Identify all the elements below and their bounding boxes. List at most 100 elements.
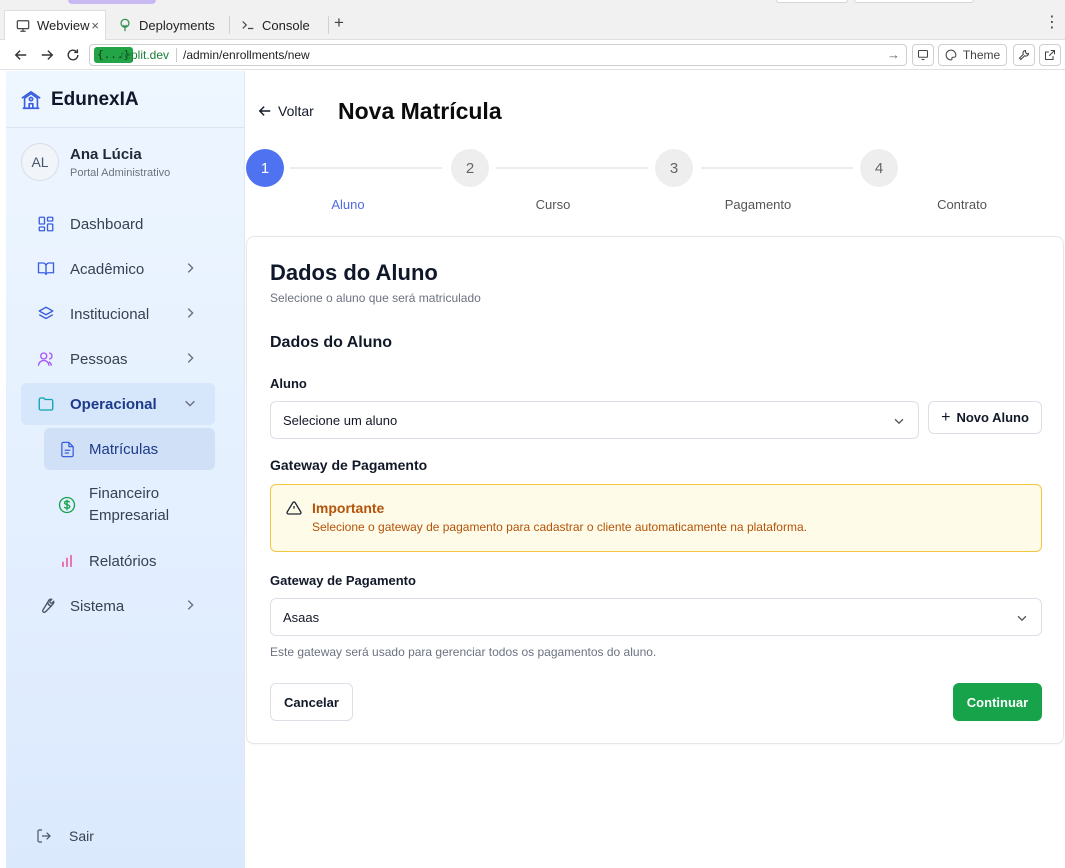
- new-student-label: Novo Aluno: [956, 410, 1029, 425]
- window-strip-control: [854, 0, 974, 3]
- user-profile[interactable]: AL Ana Lúcia Portal Administrativo: [21, 143, 170, 181]
- url-field[interactable]: {...} .replit.dev /admin/enrollments/new…: [89, 44, 907, 66]
- gateway-select[interactable]: Asaas: [270, 598, 1042, 636]
- gateway-section-title: Gateway de Pagamento: [270, 457, 428, 473]
- step-2-label: Curso: [535, 197, 571, 212]
- sidebar-item-label: Pessoas: [70, 350, 128, 368]
- back-label: Voltar: [278, 103, 314, 119]
- logout-icon: [36, 828, 52, 844]
- plus-icon: +: [941, 408, 951, 426]
- section-title: Dados do Aluno: [270, 334, 393, 351]
- user-info: Ana Lúcia Portal Administrativo: [70, 146, 170, 179]
- important-alert: Importante Selecione o gateway de pagame…: [270, 484, 1042, 552]
- gateway-label: Gateway de Pagamento: [270, 573, 416, 588]
- sidebar-item-dashboard[interactable]: Dashboard: [21, 203, 215, 245]
- step-connector: [496, 167, 648, 169]
- folder-icon: [36, 394, 56, 414]
- sidebar-item-academico[interactable]: Acadêmico: [21, 248, 215, 290]
- tab-deployments[interactable]: Deployments: [107, 10, 227, 40]
- chevron-right-icon: [183, 598, 197, 612]
- devtools-icon[interactable]: [1013, 44, 1035, 66]
- school-building-icon: [20, 89, 42, 111]
- chevron-right-icon: [183, 306, 197, 320]
- sidebar-subitem-financeiro[interactable]: Financeiro Empresarial: [44, 477, 215, 533]
- student-select-value: Selecione um aluno: [283, 412, 398, 428]
- theme-label: Theme: [962, 48, 1001, 62]
- sidebar-subitem-matriculas[interactable]: Matrículas: [44, 428, 215, 470]
- url-domain: .replit.dev: [117, 48, 170, 62]
- new-student-button[interactable]: + Novo Aluno: [928, 401, 1042, 434]
- new-tab-button[interactable]: +: [334, 14, 344, 32]
- more-menu-icon[interactable]: ⋮: [1044, 15, 1060, 31]
- palette-icon: [945, 49, 957, 61]
- alert-text: Selecione o gateway de pagamento para ca…: [312, 520, 807, 534]
- step-connector: [701, 167, 853, 169]
- sidebar-item-pessoas[interactable]: Pessoas: [21, 338, 215, 380]
- continue-button[interactable]: Continuar: [953, 683, 1042, 721]
- brand-name: EdunexIA: [51, 89, 139, 110]
- card-title: Dados do Aluno: [270, 260, 438, 285]
- sidebar-item-label: Dashboard: [70, 215, 144, 233]
- avatar: AL: [21, 143, 59, 181]
- logout-label: Sair: [69, 828, 94, 844]
- terminal-icon: [240, 17, 256, 33]
- cancel-button[interactable]: Cancelar: [270, 683, 353, 721]
- warning-triangle-icon: [286, 500, 302, 516]
- open-external-icon[interactable]: [1039, 44, 1061, 66]
- sidebar-subitem-relatorios[interactable]: Relatórios: [44, 540, 215, 582]
- back-arrow-icon[interactable]: [12, 46, 30, 64]
- address-bar: {...} .replit.dev /admin/enrollments/new…: [0, 40, 1065, 70]
- tab-label: Console: [262, 17, 310, 33]
- main-content: Voltar Nova Matrícula 1 2 3 4 Aluno Curs…: [246, 71, 1065, 868]
- book-open-icon: [36, 259, 56, 279]
- sidebar-subitem-label: Financeiro Empresarial: [89, 485, 170, 524]
- file-text-icon: [57, 439, 77, 459]
- user-role: Portal Administrativo: [70, 166, 171, 179]
- gateway-help-text: Este gateway será usado para gerenciar t…: [270, 645, 657, 659]
- tab-separator: [328, 16, 329, 34]
- go-arrow-icon[interactable]: →: [887, 47, 900, 62]
- continue-label: Continuar: [966, 694, 1029, 710]
- url-divider: [176, 48, 177, 62]
- back-button[interactable]: Voltar: [258, 103, 314, 119]
- theme-button[interactable]: Theme: [938, 44, 1007, 66]
- wrench-icon: [36, 596, 56, 616]
- tab-webview[interactable]: Webview ×: [4, 10, 106, 40]
- chevron-right-icon: [183, 261, 197, 275]
- sidebar-item-label: Acadêmico: [70, 260, 145, 278]
- step-connector: [290, 167, 442, 169]
- logout-button[interactable]: Sair: [36, 828, 94, 844]
- chevron-down-icon: [183, 396, 197, 410]
- arrow-left-icon: [258, 104, 272, 118]
- device-preview-icon[interactable]: [912, 44, 934, 66]
- student-card: Dados do Aluno Selecione o aluno que ser…: [246, 236, 1064, 744]
- sidebar-item-sistema[interactable]: Sistema: [21, 585, 215, 627]
- sidebar-divider: [6, 127, 245, 128]
- sidebar-item-operacional[interactable]: Operacional: [21, 383, 215, 425]
- sidebar-item-label: Institucional: [70, 305, 150, 323]
- student-select[interactable]: Selecione um aluno: [270, 401, 919, 439]
- sidebar-item-institucional[interactable]: Institucional: [21, 293, 215, 335]
- student-label: Aluno: [270, 376, 307, 391]
- step-3-indicator: 3: [655, 149, 693, 187]
- tab-console[interactable]: Console: [230, 10, 328, 40]
- close-icon[interactable]: ×: [91, 18, 99, 33]
- dashboard-icon: [36, 214, 56, 234]
- users-icon: [36, 349, 56, 369]
- reload-icon[interactable]: [64, 46, 82, 64]
- brand[interactable]: EdunexIA: [20, 87, 139, 113]
- chevron-right-icon: [183, 351, 197, 365]
- forward-arrow-icon[interactable]: [38, 46, 56, 64]
- step-4-indicator: 4: [860, 149, 898, 187]
- sidebar-subitem-label: Relatórios: [89, 552, 157, 570]
- user-name: Ana Lúcia: [70, 145, 142, 163]
- step-2-indicator: 2: [451, 149, 489, 187]
- sidebar-item-label: Operacional: [70, 395, 157, 413]
- cancel-label: Cancelar: [284, 694, 339, 710]
- step-3-label: Pagamento: [724, 197, 792, 212]
- sidebar: EdunexIA AL Ana Lúcia Portal Administrat…: [6, 71, 245, 868]
- deploy-tree-icon: [117, 17, 133, 33]
- url-path: /admin/enrollments/new: [183, 48, 310, 62]
- step-1-indicator: 1: [246, 149, 284, 187]
- alert-title: Importante: [312, 500, 385, 516]
